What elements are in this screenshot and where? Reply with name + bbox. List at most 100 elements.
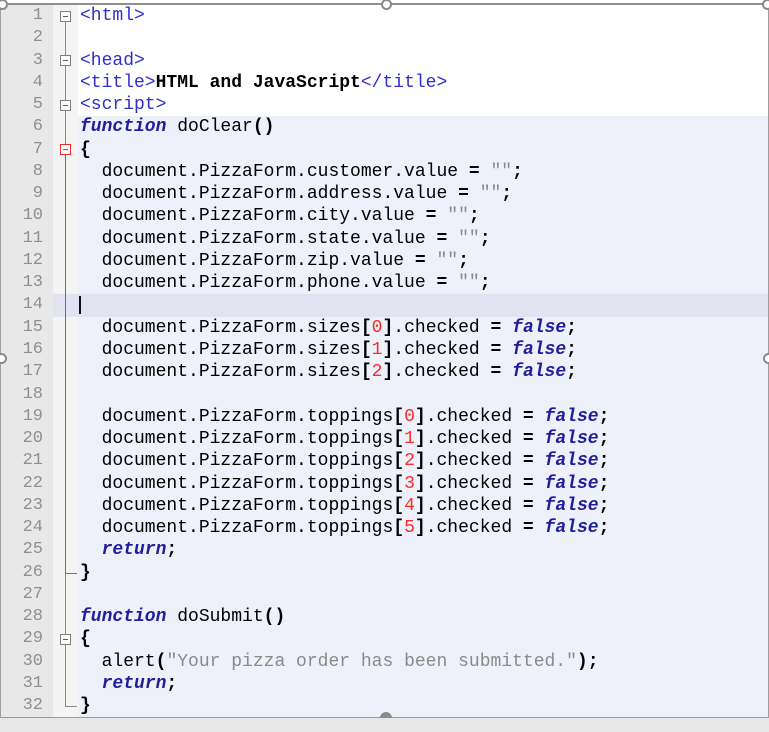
code-token-str: "" bbox=[436, 250, 459, 271]
code-line[interactable]: document.PizzaForm.phone.value = ""; bbox=[78, 272, 769, 295]
line-number[interactable]: 30 bbox=[0, 650, 53, 673]
line-number[interactable]: 6 bbox=[0, 116, 53, 139]
line-number[interactable]: 13 bbox=[0, 272, 53, 295]
line-number[interactable]: 11 bbox=[0, 227, 53, 250]
line-number[interactable]: 32 bbox=[0, 695, 53, 718]
crop-handle-top-right-icon[interactable] bbox=[761, 0, 769, 10]
code-token-op: [ bbox=[393, 518, 405, 539]
editor-line: 23 document.PizzaForm.toppings[4].checke… bbox=[0, 494, 769, 518]
line-number[interactable]: 28 bbox=[0, 606, 53, 629]
line-number[interactable]: 25 bbox=[0, 539, 53, 562]
fold-margin-cell bbox=[53, 405, 78, 429]
code-line[interactable] bbox=[78, 583, 769, 607]
code-line[interactable]: document.PizzaForm.toppings[5].checked =… bbox=[78, 517, 769, 540]
code-line[interactable]: return; bbox=[78, 539, 769, 562]
line-number[interactable]: 20 bbox=[0, 428, 53, 451]
fold-guide-line bbox=[65, 316, 66, 328]
fold-collapse-icon[interactable] bbox=[60, 99, 71, 111]
code-line[interactable]: document.PizzaForm.customer.value = ""; bbox=[78, 160, 769, 184]
line-number[interactable]: 19 bbox=[0, 405, 53, 429]
line-number[interactable]: 18 bbox=[0, 383, 53, 406]
fold-margin-cell bbox=[53, 316, 78, 339]
line-number[interactable]: 7 bbox=[0, 138, 53, 161]
crop-handle-middle-left-icon[interactable] bbox=[0, 352, 7, 364]
code-token-pl: .checked bbox=[425, 495, 523, 516]
code-line[interactable]: document.PizzaForm.city.value = ""; bbox=[78, 205, 769, 228]
code-line[interactable] bbox=[78, 383, 769, 406]
code-line[interactable]: <title>HTML and JavaScript</title> bbox=[78, 71, 769, 95]
fold-collapse-icon[interactable] bbox=[60, 10, 71, 22]
line-number[interactable]: 17 bbox=[0, 361, 53, 384]
code-line[interactable]: alert("Your pizza order has been submitt… bbox=[78, 650, 769, 673]
line-number[interactable]: 12 bbox=[0, 249, 53, 273]
code-line[interactable]: document.PizzaForm.toppings[1].checked =… bbox=[78, 428, 769, 451]
code-token-op: [ bbox=[393, 473, 405, 494]
line-number[interactable]: 1 bbox=[0, 5, 53, 28]
fold-guide-line bbox=[65, 661, 66, 673]
crop-handle-top-middle-icon[interactable] bbox=[380, 0, 392, 10]
line-number[interactable]: 15 bbox=[0, 316, 53, 339]
code-token-op: () bbox=[252, 117, 275, 138]
code-line[interactable]: document.PizzaForm.sizes[0].checked = fa… bbox=[78, 316, 769, 339]
fold-guide-line bbox=[65, 27, 66, 39]
code-line[interactable]: { bbox=[78, 628, 769, 651]
code-token-tag: <html> bbox=[80, 6, 145, 26]
code-line[interactable]: <html> bbox=[78, 5, 769, 28]
code-line[interactable] bbox=[78, 294, 769, 317]
line-number[interactable]: 22 bbox=[0, 472, 53, 495]
line-number[interactable]: 9 bbox=[0, 183, 53, 206]
code-line[interactable]: { bbox=[78, 138, 769, 161]
line-number[interactable]: 23 bbox=[0, 494, 53, 518]
code-line[interactable]: document.PizzaForm.sizes[1].checked = fa… bbox=[78, 338, 769, 362]
line-number[interactable]: 29 bbox=[0, 628, 53, 651]
line-number[interactable]: 10 bbox=[0, 205, 53, 228]
code-line[interactable]: document.PizzaForm.address.value = ""; bbox=[78, 183, 769, 206]
line-number[interactable]: 3 bbox=[0, 49, 53, 72]
line-number[interactable]: 26 bbox=[0, 561, 53, 584]
fold-margin-cell bbox=[53, 272, 78, 295]
code-line[interactable]: } bbox=[78, 561, 769, 584]
code-line[interactable]: <head> bbox=[78, 49, 769, 72]
code-token-op: ; bbox=[468, 206, 480, 227]
code-editor[interactable]: 1 <html> 2 3 <head> 4 <title>HTML and JavaScri… bbox=[0, 5, 769, 718]
fold-margin-cell bbox=[53, 138, 78, 161]
line-number[interactable]: 27 bbox=[0, 583, 53, 607]
code-line[interactable]: document.PizzaForm.zip.value = ""; bbox=[78, 249, 769, 273]
code-line[interactable] bbox=[78, 27, 769, 50]
fold-margin-cell bbox=[53, 517, 78, 540]
code-line[interactable]: document.PizzaForm.toppings[2].checked =… bbox=[78, 450, 769, 473]
crop-handle-bottom-middle-icon[interactable] bbox=[380, 712, 392, 718]
editor-line: 21 document.PizzaForm.toppings[2].checke… bbox=[0, 450, 769, 473]
code-line[interactable]: document.PizzaForm.toppings[0].checked =… bbox=[78, 405, 769, 429]
crop-handle-top-left-icon[interactable] bbox=[0, 0, 8, 10]
code-line[interactable]: document.PizzaForm.toppings[3].checked =… bbox=[78, 472, 769, 495]
code-line[interactable]: return; bbox=[78, 672, 769, 696]
line-number[interactable]: 5 bbox=[0, 94, 53, 117]
fold-collapse-icon[interactable] bbox=[60, 634, 71, 646]
code-line[interactable]: <script> bbox=[78, 94, 769, 117]
line-number[interactable]: 4 bbox=[0, 71, 53, 95]
line-number[interactable]: 14 bbox=[0, 294, 53, 317]
code-line[interactable]: document.PizzaForm.state.value = ""; bbox=[78, 227, 769, 250]
code-token-op: ] bbox=[414, 451, 426, 472]
fold-collapse-icon[interactable] bbox=[60, 55, 71, 67]
line-number[interactable]: 31 bbox=[0, 672, 53, 696]
code-token-kw: return bbox=[101, 673, 167, 694]
fold-guide-line bbox=[65, 450, 66, 462]
fold-guide-line bbox=[65, 127, 66, 139]
code-line[interactable]: function doSubmit() bbox=[78, 606, 769, 629]
line-number[interactable]: 8 bbox=[0, 160, 53, 184]
line-number[interactable]: 24 bbox=[0, 517, 53, 540]
code-line[interactable]: function doClear() bbox=[78, 116, 769, 139]
crop-handle-middle-right-icon[interactable] bbox=[762, 352, 769, 364]
line-number[interactable]: 21 bbox=[0, 450, 53, 473]
code-line[interactable]: document.PizzaForm.sizes[2].checked = fa… bbox=[78, 361, 769, 384]
line-number[interactable]: 2 bbox=[0, 27, 53, 50]
code-line[interactable]: } bbox=[78, 695, 769, 718]
editor-line: 9 document.PizzaForm.address.value = ""; bbox=[0, 183, 769, 206]
line-number[interactable]: 16 bbox=[0, 338, 53, 362]
code-line[interactable]: document.PizzaForm.toppings[4].checked =… bbox=[78, 494, 769, 518]
fold-collapse-icon[interactable] bbox=[60, 144, 71, 156]
